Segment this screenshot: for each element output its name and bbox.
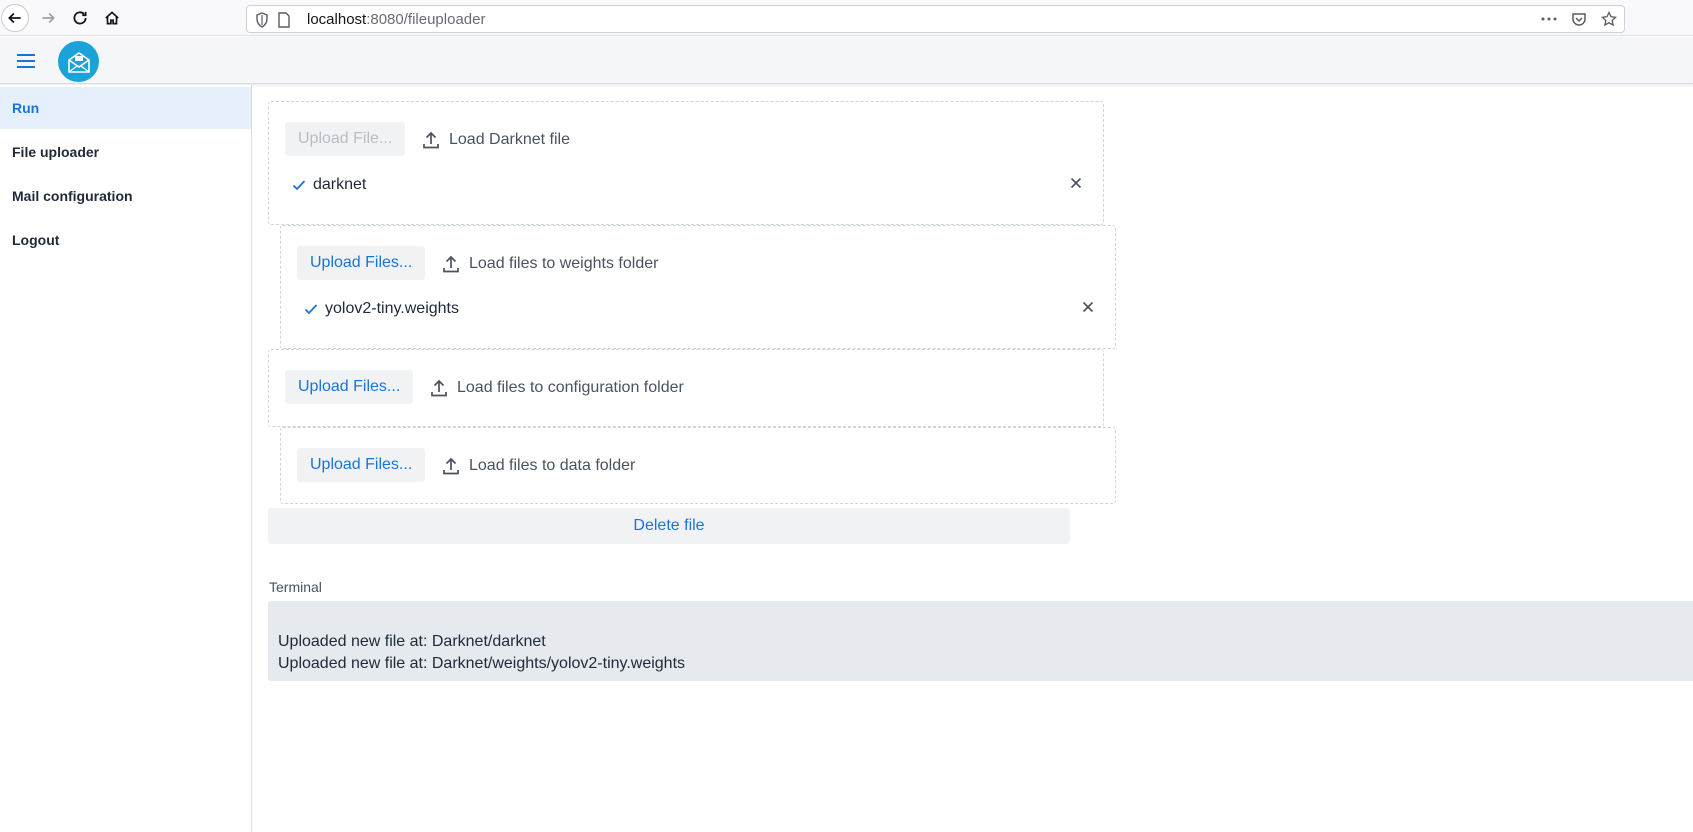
home-icon[interactable] <box>98 4 126 32</box>
upload-data-panel[interactable]: Upload Files... Load files to data folde… <box>280 427 1116 504</box>
uploaded-file-row: yolov2-tiny.weights <box>303 300 459 318</box>
upload-weights-drop-text: Load files to weights folder <box>469 255 659 272</box>
upload-weights-button[interactable]: Upload Files... <box>297 246 426 280</box>
checkmark-icon <box>292 180 306 191</box>
pocket-icon[interactable] <box>1570 10 1588 28</box>
url-bar[interactable]: localhost:8080/fileuploader <box>246 5 1625 33</box>
sidebar-item-run[interactable]: Run <box>0 87 251 129</box>
forward-icon[interactable] <box>34 4 62 32</box>
upload-configuration-button[interactable]: Upload Files... <box>285 370 414 404</box>
upload-data-drop-label: Load files to data folder <box>441 456 635 476</box>
upload-darknet-button[interactable]: Upload File... <box>285 122 406 156</box>
terminal-output: Uploaded new file at: Darknet/darknet Up… <box>268 601 1693 681</box>
upload-weights-drop-label: Load files to weights folder <box>441 254 658 274</box>
upload-configuration-drop-label: Load files to configuration folder <box>429 378 684 398</box>
url-text[interactable]: localhost:8080/fileuploader <box>307 11 485 28</box>
sidebar-item-file-uploader[interactable]: File uploader <box>0 131 251 173</box>
terminal-line: Uploaded new file at: Darknet/darknet <box>278 633 546 650</box>
upload-data-button[interactable]: Upload Files... <box>297 448 426 482</box>
upload-darknet-drop-text: Load Darknet file <box>449 131 570 148</box>
bookmark-star-icon[interactable] <box>1600 10 1618 28</box>
url-path: :8080/fileuploader <box>366 11 486 28</box>
upload-icon <box>431 379 447 397</box>
terminal-line: Uploaded new file at: Darknet/weights/yo… <box>278 655 686 672</box>
sidebar-item-label: Logout <box>12 232 60 248</box>
upload-data-drop-text: Load files to data folder <box>469 457 636 474</box>
upload-darknet-panel[interactable]: Upload File... Load Darknet file darknet <box>268 101 1104 225</box>
uploaded-file-row: darknet <box>291 176 366 194</box>
upload-weights-panel[interactable]: Upload Files... Load files to weights fo… <box>280 225 1116 349</box>
upload-icon <box>423 131 439 149</box>
reload-icon[interactable] <box>66 4 94 32</box>
shield-icon[interactable] <box>255 12 269 33</box>
menu-toggle-icon[interactable] <box>14 49 38 73</box>
back-icon[interactable] <box>1 4 29 32</box>
upload-icon <box>443 255 459 273</box>
remove-file-icon[interactable] <box>1066 173 1086 193</box>
uploaded-file-name: yolov2-tiny.weights <box>325 300 459 317</box>
delete-file-button[interactable]: Delete file <box>268 508 1070 544</box>
sidebar-item-logout[interactable]: Logout <box>0 219 251 261</box>
upload-configuration-drop-text: Load files to configuration folder <box>457 379 684 396</box>
mail-logo-icon <box>58 41 99 82</box>
uploaded-file-name: darknet <box>313 176 367 193</box>
sidebar-item-label: Run <box>12 100 40 116</box>
remove-file-icon[interactable] <box>1078 297 1098 317</box>
browser-toolbar: localhost:8080/fileuploader <box>0 0 1693 36</box>
checkmark-icon <box>304 304 318 315</box>
sidebar-item-mail-configuration[interactable]: Mail configuration <box>0 175 251 217</box>
app-header <box>0 37 1693 84</box>
more-actions-icon[interactable] <box>1540 10 1558 28</box>
sidebar-item-label: File uploader <box>12 144 100 160</box>
sidebar-item-label: Mail configuration <box>12 188 133 204</box>
terminal-label: Terminal <box>269 579 322 595</box>
url-host: localhost <box>307 11 367 28</box>
upload-darknet-drop-label: Load Darknet file <box>421 130 570 150</box>
page-icon <box>277 12 291 33</box>
upload-configuration-panel[interactable]: Upload Files... Load files to configurat… <box>268 349 1104 427</box>
sidebar: Run File uploader Mail configuration Log… <box>0 85 252 832</box>
upload-icon <box>443 457 459 475</box>
